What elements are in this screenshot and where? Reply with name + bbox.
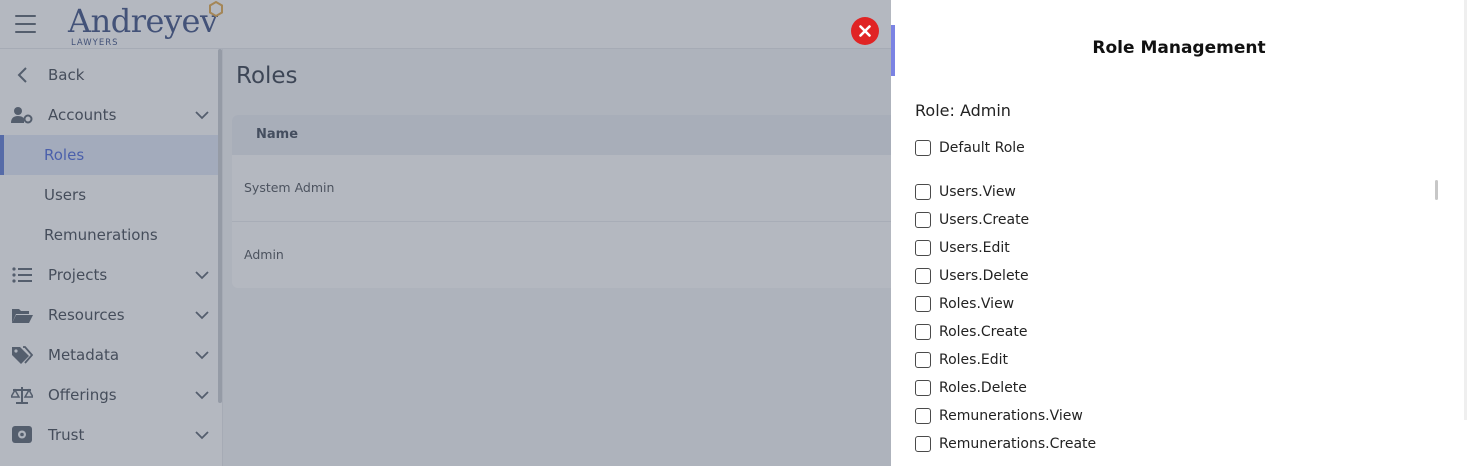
- checkbox-label: Remunerations.View: [939, 408, 1083, 424]
- permission-checkbox-users-edit[interactable]: Users.Edit: [915, 238, 1010, 258]
- checkbox-label: Default Role: [939, 140, 1025, 156]
- checkbox-label: Roles.Create: [939, 324, 1028, 340]
- checkbox-label: Users.Delete: [939, 268, 1029, 284]
- checkbox-label: Roles.Delete: [939, 380, 1027, 396]
- permission-checkbox-roles-delete[interactable]: Roles.Delete: [915, 378, 1027, 398]
- checkbox[interactable]: [915, 408, 931, 424]
- checkbox-label: Users.View: [939, 184, 1016, 200]
- checkbox[interactable]: [915, 352, 931, 368]
- modal-backdrop[interactable]: [0, 0, 891, 466]
- close-drawer-button[interactable]: [851, 17, 879, 45]
- permission-checkbox-users-view[interactable]: Users.View: [915, 182, 1016, 202]
- role-management-drawer: Role Management Role: Admin Default Role…: [891, 0, 1467, 466]
- checkbox[interactable]: [915, 380, 931, 396]
- checkbox[interactable]: [915, 324, 931, 340]
- checkbox-label: Roles.View: [939, 296, 1015, 312]
- checkbox[interactable]: [915, 184, 931, 200]
- checkbox-label: Users.Create: [939, 212, 1030, 228]
- permission-checkbox-users-create[interactable]: Users.Create: [915, 210, 1029, 230]
- checkbox[interactable]: [915, 268, 931, 284]
- drawer-title: Role Management: [1092, 38, 1266, 58]
- permission-checkbox-users-delete[interactable]: Users.Delete: [915, 266, 1029, 286]
- permission-checkbox-remunerations-create[interactable]: Remunerations.Create: [915, 434, 1096, 454]
- checkbox[interactable]: [915, 212, 931, 228]
- role-name-label: Role: Admin: [915, 101, 1011, 120]
- checkbox[interactable]: [915, 436, 931, 452]
- permissions-scrollbar[interactable]: [1435, 180, 1438, 200]
- close-icon: [859, 25, 871, 37]
- permission-checkbox-roles-edit[interactable]: Roles.Edit: [915, 350, 1008, 370]
- checkbox[interactable]: [915, 296, 931, 312]
- permission-checkbox-roles-create[interactable]: Roles.Create: [915, 322, 1027, 342]
- permission-checkbox-remunerations-view[interactable]: Remunerations.View: [915, 406, 1083, 426]
- checkbox-label: Users.Edit: [939, 240, 1010, 256]
- permission-checkbox-roles-view[interactable]: Roles.View: [915, 294, 1014, 314]
- checkbox-label: Remunerations.Create: [939, 436, 1097, 452]
- checkbox-label: Roles.Edit: [939, 352, 1009, 368]
- checkbox[interactable]: [915, 240, 931, 256]
- checkbox[interactable]: [915, 140, 931, 156]
- default-role-checkbox[interactable]: Default Role: [915, 138, 1025, 158]
